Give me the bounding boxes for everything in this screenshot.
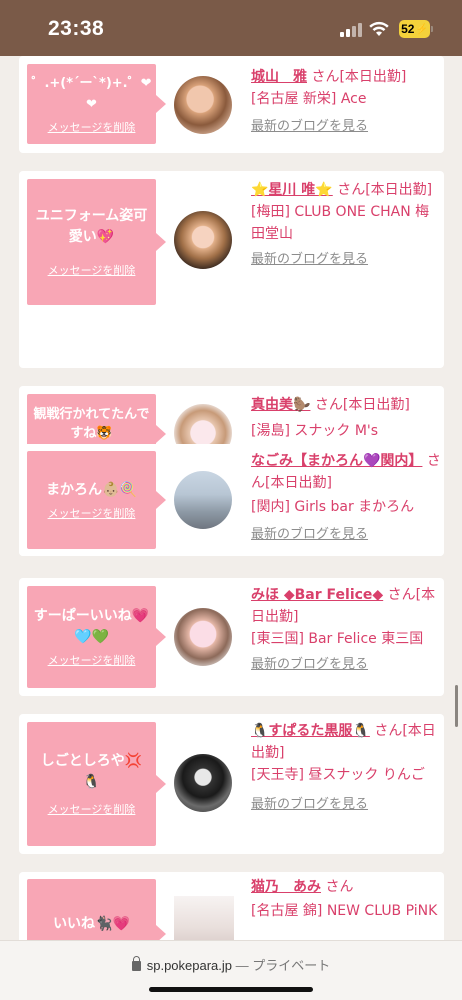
message-text: ユニフォーム姿可愛い💖 <box>35 208 148 245</box>
profile-info: 城山 雅 さん[本日出勤] [名古屋 新栄] Ace 最新のブログを見る <box>251 66 441 138</box>
profile-info: 🐧すぱるた黒服🐧 さん[本日出勤] [天王寺] 昼スナック りんご 最新のブログ… <box>251 720 441 816</box>
message-text: しごとしろや💢🐧 <box>40 753 143 790</box>
message-text: いいね🐈‍⬛💗 <box>53 915 130 932</box>
list-item: ゜.+(*´ー`*)+.゜❤❤ メッセージを削除 城山 雅 さん[本日出勤] [… <box>19 56 444 153</box>
delete-message-link[interactable]: メッセージを削除 <box>48 119 136 135</box>
latest-blog-link[interactable]: 最新のブログを見る <box>251 794 441 816</box>
delete-message-link[interactable]: メッセージを削除 <box>48 262 136 278</box>
delete-message-link[interactable]: メッセージを削除 <box>48 652 136 668</box>
avatar[interactable] <box>174 211 232 269</box>
status-text: さん <box>325 879 354 895</box>
list-item: ユニフォーム姿可愛い💖 メッセージを削除 ⭐星川 唯⭐ さん[本日出勤] [梅田… <box>19 171 444 368</box>
message-bubble: すーぱーいいね💗🩵💚 メッセージを削除 <box>27 586 166 688</box>
message-text: ゜.+(*´ー`*)+.゜❤❤ <box>31 76 152 112</box>
message-bubble: ゜.+(*´ー`*)+.゜❤❤ メッセージを削除 <box>27 64 166 144</box>
url-domain: sp.pokepara.jp <box>146 958 233 973</box>
shop-name: [湯島] スナック M's <box>251 423 379 439</box>
latest-blog-link[interactable]: 最新のブログを見る <box>251 654 441 676</box>
avatar[interactable] <box>174 608 232 666</box>
profile-info: なごみ【まかろん💜関内】 さん[本日出勤] [関内] Girls bar まかろ… <box>251 450 441 546</box>
wifi-icon <box>368 20 390 38</box>
profile-info: みほ ◆Bar Felice◆ さん[本日出勤] [東三国] Bar Felic… <box>251 584 441 676</box>
latest-blog-link[interactable]: 最新のブログを見る <box>251 249 441 271</box>
cellular-signal-icon <box>340 22 362 37</box>
status-bar: 23:38 52 ⚡ <box>0 0 462 56</box>
avatar[interactable] <box>174 754 232 812</box>
status-text: さん[本日出勤] <box>337 182 433 198</box>
status-text: さん[本日出勤] <box>311 69 407 85</box>
profile-name-link[interactable]: ⭐星川 唯⭐ <box>251 182 333 198</box>
shop-name: [天王寺] 昼スナック りんご <box>251 767 425 783</box>
status-text: さん[本日出勤] <box>314 397 410 413</box>
profile-name-link[interactable]: 城山 雅 <box>251 69 307 85</box>
message-text: すーぱーいいね💗🩵💚 <box>33 608 150 645</box>
shop-name: [名古屋 錦] NEW CLUB PiNK <box>251 903 438 919</box>
message-bubble: まかろん👶🏼🍭 メッセージを削除 <box>27 451 166 549</box>
scrollbar[interactable] <box>455 685 458 727</box>
shop-name: [名古屋 新栄] Ace <box>251 91 367 107</box>
home-indicator[interactable] <box>149 987 313 992</box>
profile-name-link[interactable]: みほ ◆Bar Felice◆ <box>251 587 383 603</box>
profile-info: 猫乃 あみ さん [名古屋 錦] NEW CLUB PiNK <box>251 876 441 922</box>
delete-message-link[interactable]: メッセージを削除 <box>48 801 136 817</box>
delete-message-link[interactable]: メッセージを削除 <box>48 505 136 521</box>
profile-name-link[interactable]: 猫乃 あみ <box>251 879 321 895</box>
profile-name-link[interactable]: 真由美🦫 <box>251 397 310 413</box>
profile-info: ⭐星川 唯⭐ さん[本日出勤] [梅田] CLUB ONE CHAN 梅田堂山 … <box>251 179 441 271</box>
battery-level: 52 <box>401 22 415 36</box>
list-item: しごとしろや💢🐧 メッセージを削除 🐧すぱるた黒服🐧 さん[本日出勤] [天王寺… <box>19 714 444 854</box>
list-item: すーぱーいいね💗🩵💚 メッセージを削除 みほ ◆Bar Felice◆ さん[本… <box>19 578 444 696</box>
message-text: まかろん👶🏼🍭 <box>46 481 137 498</box>
private-mode-label: — プライベート <box>232 958 331 973</box>
avatar[interactable] <box>174 471 232 529</box>
list-item: まかろん👶🏼🍭 メッセージを削除 なごみ【まかろん💜関内】 さん[本日出勤] [… <box>19 444 444 556</box>
shop-name: [関内] Girls bar まかろん <box>251 499 415 515</box>
lock-icon <box>131 956 141 971</box>
status-time: 23:38 <box>48 17 105 40</box>
shop-name: [梅田] CLUB ONE CHAN 梅田堂山 <box>251 204 430 242</box>
avatar[interactable] <box>174 76 232 134</box>
profile-name-link[interactable]: なごみ【まかろん💜関内】 <box>251 453 422 469</box>
profile-name-link[interactable]: 🐧すぱるた黒服🐧 <box>251 723 370 739</box>
message-bubble: しごとしろや💢🐧 メッセージを削除 <box>27 722 166 846</box>
browser-address-bar[interactable]: sp.pokepara.jp — プライベート <box>0 940 462 1000</box>
latest-blog-link[interactable]: 最新のブログを見る <box>251 524 441 546</box>
message-bubble: ユニフォーム姿可愛い💖 メッセージを削除 <box>27 179 166 305</box>
latest-blog-link[interactable]: 最新のブログを見る <box>251 116 441 138</box>
battery-icon: 52 ⚡ <box>399 20 433 38</box>
url-display[interactable]: sp.pokepara.jp — プライベート <box>0 955 462 974</box>
shop-name: [東三国] Bar Felice 東三国 <box>251 631 424 647</box>
message-text: 観戦行かれてたんですね🐯 <box>33 407 150 441</box>
